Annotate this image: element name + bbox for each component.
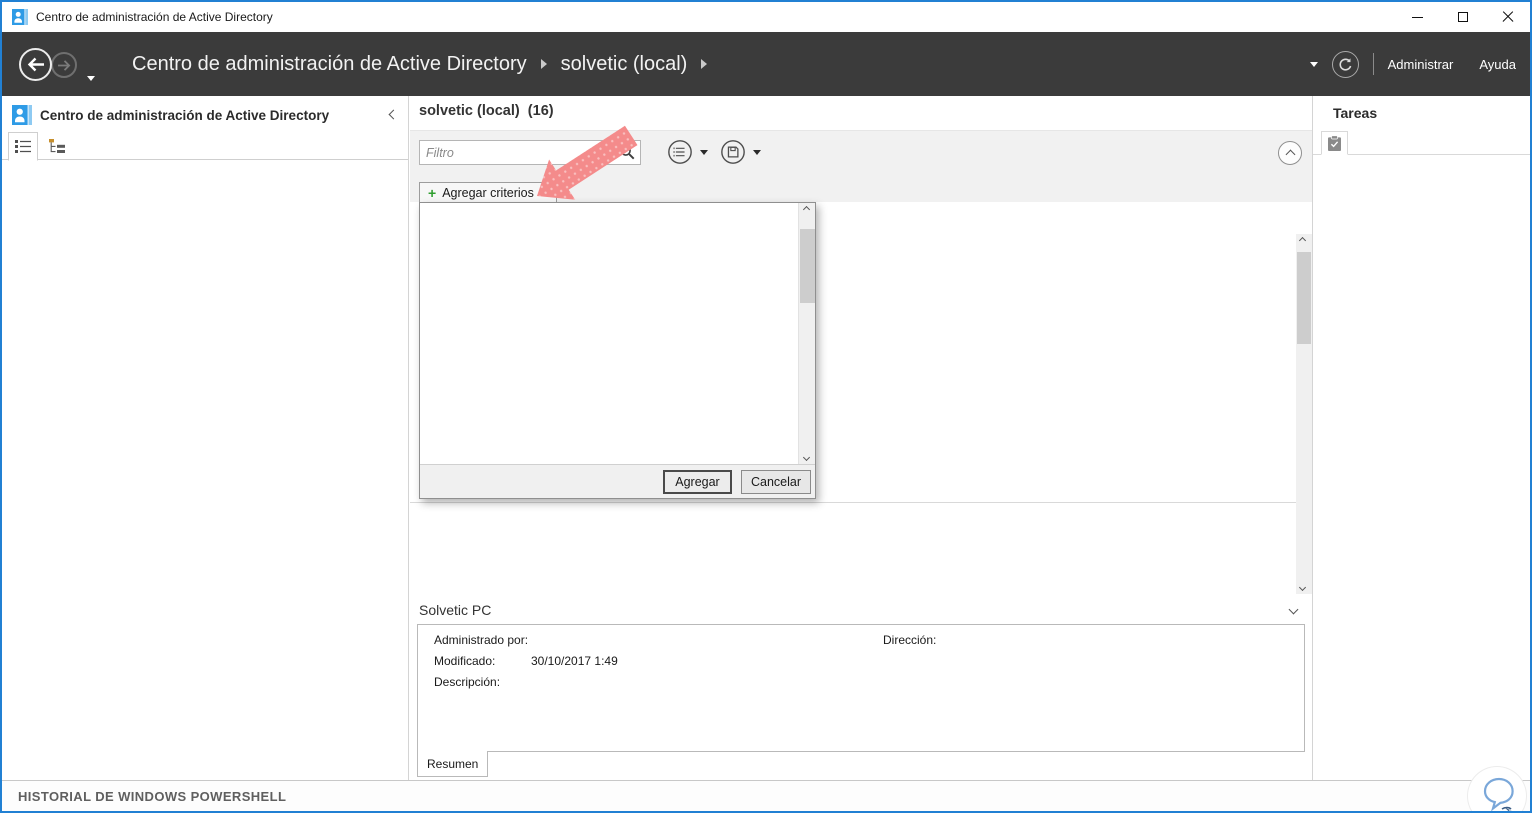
solvetic-watermark-logo (1468, 767, 1526, 811)
forward-button[interactable] (51, 52, 77, 78)
plus-icon: + (428, 184, 437, 201)
description-label: Descripción: (434, 675, 501, 689)
breadcrumb-node[interactable]: solvetic (local) (561, 53, 688, 76)
criteria-list (420, 203, 800, 466)
save-query-button[interactable] (720, 139, 746, 165)
scroll-down-icon[interactable] (802, 453, 811, 462)
view-options-caret-icon[interactable] (700, 150, 708, 155)
refresh-button[interactable] (1331, 50, 1359, 78)
scroll-thumb[interactable] (1297, 252, 1311, 344)
powershell-history-label: HISTORIAL DE WINDOWS POWERSHELL (18, 788, 287, 804)
agregar-button[interactable]: Agregar (663, 470, 732, 494)
modified-value: 30/10/2017 1:49 (531, 654, 618, 668)
filter-box (419, 140, 641, 165)
maximize-icon (1457, 12, 1468, 22)
list-view-icon (15, 140, 31, 153)
close-button[interactable] (1485, 2, 1530, 32)
summary-tab-label: Resumen (427, 756, 479, 771)
details-title: Solvetic PC (419, 602, 492, 618)
sidebar-view-tabs (2, 132, 408, 161)
refresh-icon (1339, 57, 1351, 71)
scroll-down-icon[interactable] (1298, 583, 1307, 592)
add-criteria-label: Agregar criterios (442, 185, 534, 200)
app-icon (12, 9, 28, 25)
list-header-title: solvetic (local) (419, 103, 520, 119)
details-panel: Administrado por: Dirección: Modificado:… (417, 624, 1305, 752)
minimize-icon (1412, 16, 1423, 18)
breadcrumb: Centro de administración de Active Direc… (132, 32, 708, 96)
nav-divider (1372, 53, 1374, 75)
save-icon (721, 140, 745, 164)
window-title: Centro de administración de Active Direc… (36, 10, 273, 24)
scroll-up-icon[interactable] (802, 205, 811, 214)
dropdown-scrollbar[interactable] (798, 203, 815, 466)
tasks-pane: Tareas (1312, 96, 1530, 780)
object-list (410, 502, 1296, 503)
save-query-caret-icon[interactable] (753, 150, 761, 155)
chevron-up-icon (1285, 149, 1295, 160)
cancelar-button[interactable]: Cancelar (741, 470, 811, 494)
managed-by-label: Administrado por: (434, 633, 529, 647)
adac-logo-icon (12, 105, 32, 125)
help-menu[interactable]: Ayuda (1479, 57, 1516, 72)
tasks-title: Tareas (1333, 105, 1378, 121)
columns-icon (668, 140, 692, 164)
breadcrumb-separator-icon[interactable] (701, 59, 708, 69)
list-header: solvetic (local) (16) (419, 103, 554, 119)
navigation-bar: Centro de administración de Active Direc… (2, 32, 1530, 96)
tasks-tab-row (1313, 130, 1530, 155)
manage-menu[interactable]: Administrar (1388, 57, 1454, 72)
title-bar: Centro de administración de Active Direc… (2, 2, 1530, 32)
tree-view-icon (49, 138, 65, 153)
nav-dropdown-caret-icon[interactable] (1309, 61, 1318, 67)
criteria-dropdown: Agregar Cancelar (419, 202, 816, 499)
tasks-tab[interactable] (1321, 131, 1348, 155)
main-content: solvetic (local) (16) Filtro + Agregar c… (410, 96, 1312, 780)
modified-label: Modificado: (434, 654, 496, 668)
details-collapse-icon[interactable] (1288, 604, 1299, 615)
forward-arrow-icon (57, 59, 70, 71)
minimize-button[interactable] (1395, 2, 1440, 32)
sidebar-collapse-icon[interactable] (388, 109, 399, 120)
add-criteria-button[interactable]: + Agregar criterios (419, 182, 557, 203)
close-icon (1502, 11, 1514, 23)
view-options-button[interactable] (667, 139, 693, 165)
breadcrumb-separator-icon (540, 59, 547, 69)
navigation-sidebar: Centro de administración de Active Direc… (2, 96, 409, 780)
maximize-button[interactable] (1440, 2, 1485, 32)
flat-list-view-tab[interactable] (8, 132, 38, 161)
tree-view-tab[interactable] (42, 132, 72, 160)
scroll-up-icon[interactable] (1298, 236, 1307, 245)
sidebar-title: Centro de administración de Active Direc… (40, 108, 330, 123)
list-scrollbar[interactable] (1296, 234, 1312, 594)
back-arrow-icon (27, 57, 44, 72)
summary-tab[interactable]: Resumen (417, 751, 489, 777)
search-icon[interactable] (620, 145, 635, 160)
filter-toolbar: + Agregar criterios (410, 130, 1312, 203)
filter-input[interactable] (420, 145, 620, 160)
scroll-thumb[interactable] (800, 229, 815, 303)
clipboard-icon (1328, 134, 1341, 151)
address-label: Dirección: (883, 633, 937, 647)
collapse-filter-button[interactable] (1278, 141, 1302, 165)
nav-history-caret-icon[interactable] (87, 76, 95, 81)
back-button[interactable] (19, 48, 52, 81)
powershell-history-bar[interactable]: HISTORIAL DE WINDOWS POWERSHELL (2, 767, 1530, 811)
dropdown-button-row: Agregar Cancelar (420, 464, 815, 498)
adac-window: Centro de administración de Active Direc… (0, 0, 1532, 813)
list-header-count: (16) (527, 103, 554, 119)
add-criteria-caret-icon (539, 190, 548, 195)
breadcrumb-root[interactable]: Centro de administración de Active Direc… (132, 53, 527, 76)
